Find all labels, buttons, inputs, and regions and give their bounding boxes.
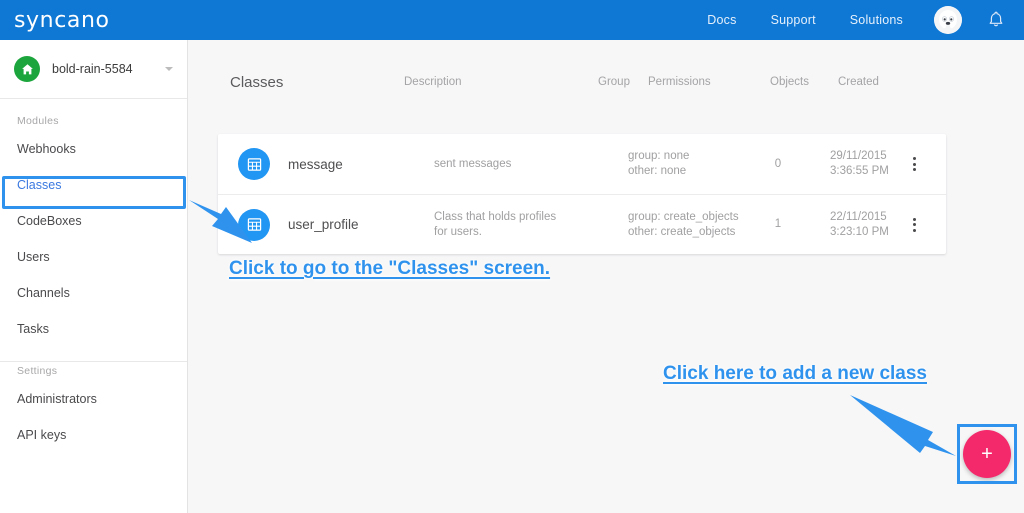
permissions-group: group: none — [628, 150, 690, 162]
user-avatar[interactable] — [934, 6, 962, 34]
page-title: Classes — [230, 73, 284, 91]
class-permissions: group: create_objects other: create_obje… — [628, 210, 758, 240]
home-icon — [14, 56, 40, 82]
column-header-objects: Objects — [770, 76, 809, 88]
sidebar-divider-settings — [0, 361, 187, 362]
sidebar-item-channels[interactable]: Channels — [0, 275, 187, 311]
column-header-permissions: Permissions — [648, 76, 711, 88]
annotation-classes-hint: Click to go to the "Classes" screen. — [229, 258, 551, 279]
notifications-bell-icon[interactable] — [988, 11, 1004, 29]
app-root: syncano Docs Support Solutions bold-rain… — [0, 0, 1024, 513]
class-name: message — [288, 156, 343, 172]
class-description: sent messages — [434, 157, 512, 170]
class-name-cell: message — [238, 148, 343, 180]
nav-link-support[interactable]: Support — [771, 13, 816, 27]
sidebar-item-api-keys[interactable]: API keys — [0, 417, 187, 453]
class-name-cell: user_profile — [238, 208, 359, 241]
column-header-created: Created — [838, 76, 879, 88]
sidebar-item-label: API keys — [17, 428, 67, 442]
sidebar-item-users[interactable]: Users — [0, 239, 187, 275]
sidebar-item-label: CodeBoxes — [17, 214, 82, 228]
home-glyph — [21, 63, 33, 74]
overflow-menu-icon[interactable] — [913, 157, 916, 171]
project-name: bold-rain-5584 — [52, 62, 133, 76]
sidebar-item-administrators[interactable]: Administrators — [0, 381, 187, 417]
sidebar-item-label: Channels — [17, 286, 70, 300]
created-time: 3:36:55 PM — [830, 165, 889, 177]
class-objects-count: 0 — [774, 157, 782, 170]
classes-table-card: message sent messages group: none other:… — [218, 134, 946, 254]
overflow-menu-icon[interactable] — [913, 217, 916, 232]
permissions-other: other: none — [628, 165, 687, 177]
permissions-group: group: create_objects — [628, 210, 739, 223]
table-row[interactable]: user_profile Class that holds profiles f… — [218, 194, 946, 254]
bell-glyph — [989, 11, 1003, 27]
class-grid-icon — [238, 148, 270, 180]
sidebar-item-label: Classes — [17, 178, 62, 192]
class-permissions: group: none other: none — [628, 149, 758, 179]
nav-link-docs[interactable]: Docs — [707, 13, 736, 27]
top-nav-links: Docs Support Solutions — [690, 6, 1024, 34]
class-created: 22/11/2015 3:23:10 PM — [830, 210, 920, 240]
sidebar-item-label: Users — [17, 250, 50, 264]
permissions-other: other: create_objects — [628, 225, 736, 238]
created-date: 29/11/2015 — [830, 150, 887, 162]
sidebar-item-classes[interactable]: Classes — [0, 167, 187, 203]
class-created: 29/11/2015 3:36:55 PM — [830, 149, 920, 179]
annotation-add-class-hint: Click here to add a new class — [663, 363, 927, 384]
project-selector[interactable]: bold-rain-5584 — [0, 40, 187, 98]
grid-glyph — [247, 218, 261, 231]
sidebar-section-modules-label: Modules — [17, 115, 59, 127]
table-header: Classes Description Group Permissions Ob… — [188, 62, 1024, 102]
avatar-face-icon — [934, 6, 962, 34]
grid-glyph — [247, 157, 261, 171]
add-new-class-button[interactable]: + — [963, 430, 1011, 478]
class-description: Class that holds profiles for users. — [434, 210, 557, 238]
sidebar-item-label: Administrators — [17, 392, 97, 406]
sidebar-section-settings-label: Settings — [17, 365, 58, 377]
sidebar-item-codeboxes[interactable]: CodeBoxes — [0, 203, 187, 239]
chevron-down-icon[interactable] — [165, 67, 173, 71]
column-header-description: Description — [404, 76, 462, 88]
class-objects-count: 1 — [774, 218, 782, 230]
table-row[interactable]: message sent messages group: none other:… — [218, 134, 946, 194]
column-header-group: Group — [598, 76, 630, 88]
class-name: user_profile — [288, 217, 359, 232]
sidebar-item-label: Tasks — [17, 322, 49, 336]
sidebar: bold-rain-5584 Modules Webhooks Classes … — [0, 40, 188, 513]
class-grid-icon — [238, 208, 270, 241]
nav-link-solutions[interactable]: Solutions — [850, 13, 903, 27]
top-navigation-bar: syncano Docs Support Solutions — [0, 0, 1024, 40]
created-time: 3:23:10 PM — [830, 225, 889, 238]
sidebar-item-label: Webhooks — [17, 142, 76, 156]
created-date: 22/11/2015 — [830, 210, 887, 223]
sidebar-item-webhooks[interactable]: Webhooks — [0, 131, 187, 167]
syncano-logo[interactable]: syncano — [14, 8, 110, 33]
sidebar-item-tasks[interactable]: Tasks — [0, 311, 187, 347]
